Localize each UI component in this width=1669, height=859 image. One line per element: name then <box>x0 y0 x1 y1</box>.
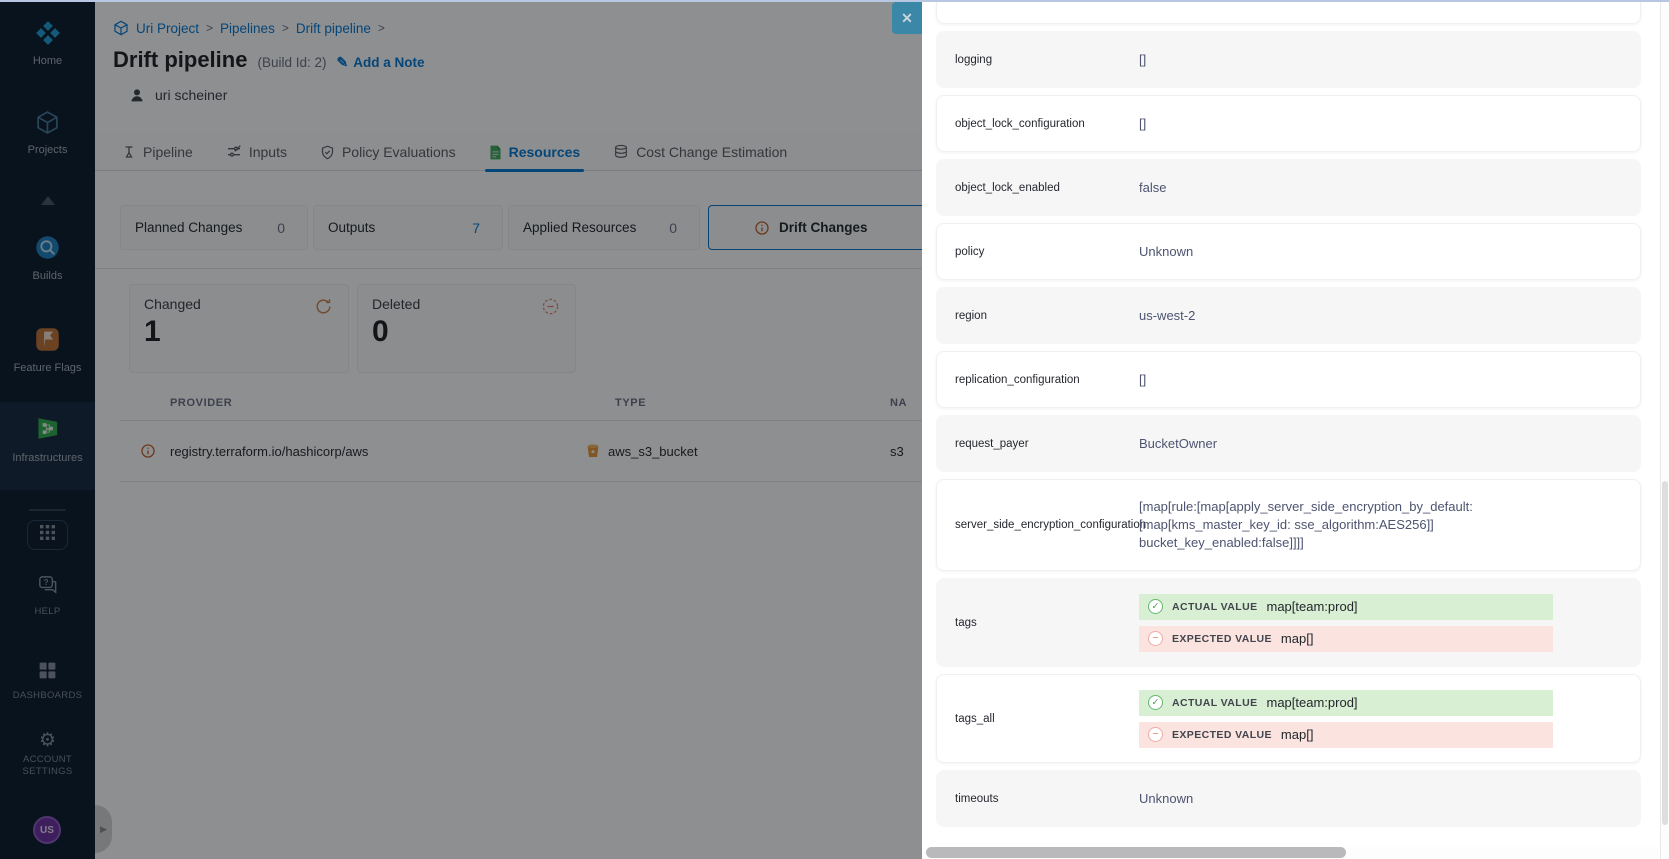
attribute-row: object_lock_enabled false <box>936 159 1641 216</box>
attribute-row: request_payer BucketOwner <box>936 415 1641 472</box>
attribute-value: false <box>1139 180 1622 195</box>
attribute-key: object_lock_enabled <box>955 182 1125 194</box>
expected-value-label: EXPECTED VALUE <box>1172 633 1272 645</box>
attribute-value: us-west-2 <box>1139 308 1622 323</box>
attribute-key: tags_all <box>955 713 1125 725</box>
attribute-key: logging <box>955 54 1125 66</box>
attribute-row-drifted: tags_all ✓ ACTUAL VALUE map[team:prod] −… <box>936 674 1641 763</box>
vertical-scrollbar-thumb[interactable] <box>1662 481 1668 825</box>
actual-value-bar: ✓ ACTUAL VALUE map[team:prod] <box>1139 690 1553 716</box>
minus-circle-icon: − <box>1148 727 1163 742</box>
attribute-key: server_side_encryption_configuration <box>955 519 1125 531</box>
attribute-value: Unknown <box>1139 244 1622 259</box>
attribute-key: tags <box>955 617 1125 629</box>
attribute-list[interactable]: logging [] object_lock_configuration [] … <box>922 0 1655 845</box>
attribute-row-partial <box>936 0 1641 24</box>
attribute-key: timeouts <box>955 793 1125 805</box>
attribute-row: policy Unknown <box>936 223 1641 280</box>
expected-value: map[] <box>1281 631 1314 646</box>
close-icon: ✕ <box>901 10 913 27</box>
attribute-row-drifted: tags ✓ ACTUAL VALUE map[team:prod] − EXP… <box>936 578 1641 667</box>
attribute-row: object_lock_configuration [] <box>936 95 1641 152</box>
expected-value: map[] <box>1281 727 1314 742</box>
expected-value-bar: − EXPECTED VALUE map[] <box>1139 626 1553 652</box>
vertical-scrollbar[interactable] <box>1660 0 1669 859</box>
attribute-value: BucketOwner <box>1139 436 1622 451</box>
actual-value: map[team:prod] <box>1267 695 1358 710</box>
attribute-value: Unknown <box>1139 791 1622 806</box>
horizontal-scrollbar[interactable] <box>924 847 1659 858</box>
attribute-row: server_side_encryption_configuration [ma… <box>936 479 1641 571</box>
check-circle-icon: ✓ <box>1148 599 1163 614</box>
attribute-row: region us-west-2 <box>936 287 1641 344</box>
attribute-row: logging [] <box>936 31 1641 88</box>
actual-value-label: ACTUAL VALUE <box>1172 697 1258 709</box>
attribute-key: replication_configuration <box>955 374 1125 386</box>
actual-value-label: ACTUAL VALUE <box>1172 601 1258 613</box>
attribute-key: object_lock_configuration <box>955 118 1125 130</box>
horizontal-scrollbar-thumb[interactable] <box>926 847 1346 858</box>
expected-value-label: EXPECTED VALUE <box>1172 729 1272 741</box>
attribute-row: timeouts Unknown <box>936 770 1641 827</box>
attribute-value: [] <box>1139 116 1622 131</box>
check-circle-icon: ✓ <box>1148 695 1163 710</box>
attribute-value: [] <box>1139 52 1622 67</box>
attribute-key: request_payer <box>955 438 1125 450</box>
attribute-key: policy <box>955 246 1125 258</box>
minus-circle-icon: − <box>1148 631 1163 646</box>
attribute-key: region <box>955 310 1125 322</box>
expected-value-bar: − EXPECTED VALUE map[] <box>1139 722 1553 748</box>
attribute-value: [map[rule:[map[apply_server_side_encrypt… <box>1139 498 1521 552</box>
attribute-row: replication_configuration [] <box>936 351 1641 408</box>
drawer-close-button[interactable]: ✕ <box>892 2 922 34</box>
actual-value: map[team:prod] <box>1267 599 1358 614</box>
drift-details-drawer: ✕ logging [] object_lock_configuration [… <box>922 0 1669 859</box>
actual-value-bar: ✓ ACTUAL VALUE map[team:prod] <box>1139 594 1553 620</box>
top-accent-line <box>0 0 1669 2</box>
attribute-value: [] <box>1139 372 1622 387</box>
